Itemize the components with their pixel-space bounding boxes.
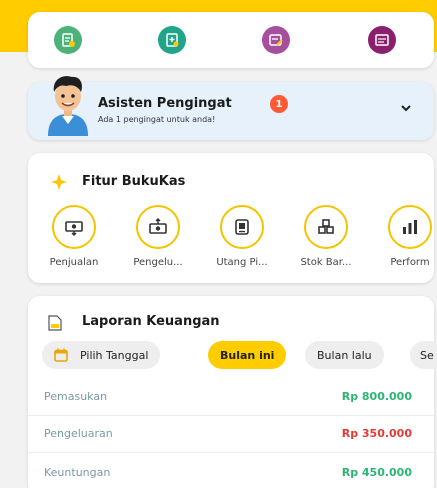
profit-value: Rp 450.000 xyxy=(341,466,412,479)
features-card: Fitur BukuKas Penjualan Pengelu... Utang… xyxy=(28,153,434,283)
bar-chart-icon xyxy=(403,220,417,234)
feature-label: Perform xyxy=(390,257,430,268)
stock-icon xyxy=(318,219,334,234)
feature-expense[interactable]: Pengelu... xyxy=(126,205,190,268)
features-title: Fitur BukuKas xyxy=(82,174,186,189)
expense-row[interactable]: Pengeluaran Rp 350.000 xyxy=(28,416,434,452)
pick-date-chip[interactable]: Pilih Tanggal xyxy=(42,341,161,369)
this-month-label: Bulan ini xyxy=(220,348,275,362)
receipt-add-icon[interactable] xyxy=(54,26,82,54)
feature-performance[interactable]: Perform xyxy=(378,205,437,268)
expense-value: Rp 350.000 xyxy=(341,427,412,440)
pick-date-label: Pilih Tanggal xyxy=(80,348,149,362)
assistant-avatar xyxy=(48,76,88,136)
row-divider xyxy=(28,452,434,453)
debt-icon xyxy=(235,219,249,235)
feature-debt[interactable]: Utang Pi... xyxy=(210,205,274,268)
sparkle-icon xyxy=(51,174,67,190)
last-month-chip[interactable]: Bulan lalu xyxy=(305,341,384,369)
feature-label: Stok Bar... xyxy=(300,257,352,268)
quick-actions-bar xyxy=(28,12,434,68)
document-icon xyxy=(48,315,62,331)
report-icon[interactable] xyxy=(368,26,396,54)
chevron-down-icon[interactable] xyxy=(398,100,414,116)
feature-sales[interactable]: Penjualan xyxy=(42,205,106,268)
income-label: Pemasukan xyxy=(44,390,108,403)
feature-label: Penjualan xyxy=(49,257,99,268)
income-value: Rp 800.000 xyxy=(341,390,412,403)
feature-label: Utang Pi... xyxy=(216,257,268,268)
more-chip-label: Se xyxy=(420,348,434,362)
financial-report-card: Laporan Keuangan Pilih Tanggal Bulan ini… xyxy=(28,296,437,488)
expense-label: Pengeluaran xyxy=(44,427,113,440)
money-in-icon xyxy=(65,221,83,237)
this-month-chip[interactable]: Bulan ini xyxy=(208,341,287,369)
profit-row[interactable]: Keuntungan Rp 450.000 xyxy=(28,455,434,488)
more-chip[interactable]: Se xyxy=(410,341,437,369)
last-month-label: Bulan lalu xyxy=(317,348,372,362)
reminder-count-badge: 1 xyxy=(270,95,288,113)
feature-label: Pengelu... xyxy=(133,257,183,268)
reminder-subtitle: Ada 1 pengingat untuk anda! xyxy=(98,115,216,124)
profit-label: Keuntungan xyxy=(44,466,111,479)
reminder-title: Asisten Pengingat xyxy=(98,96,232,111)
feature-stock[interactable]: Stok Bar... xyxy=(294,205,358,268)
report-title: Laporan Keuangan xyxy=(82,314,220,329)
document-add-icon[interactable] xyxy=(158,26,186,54)
note-edit-icon[interactable] xyxy=(262,26,290,54)
money-out-icon xyxy=(149,217,167,234)
calendar-icon xyxy=(54,348,68,362)
income-row[interactable]: Pemasukan Rp 800.000 xyxy=(28,379,434,415)
reminder-card[interactable]: Asisten Pengingat 1 Ada 1 pengingat untu… xyxy=(28,76,434,140)
